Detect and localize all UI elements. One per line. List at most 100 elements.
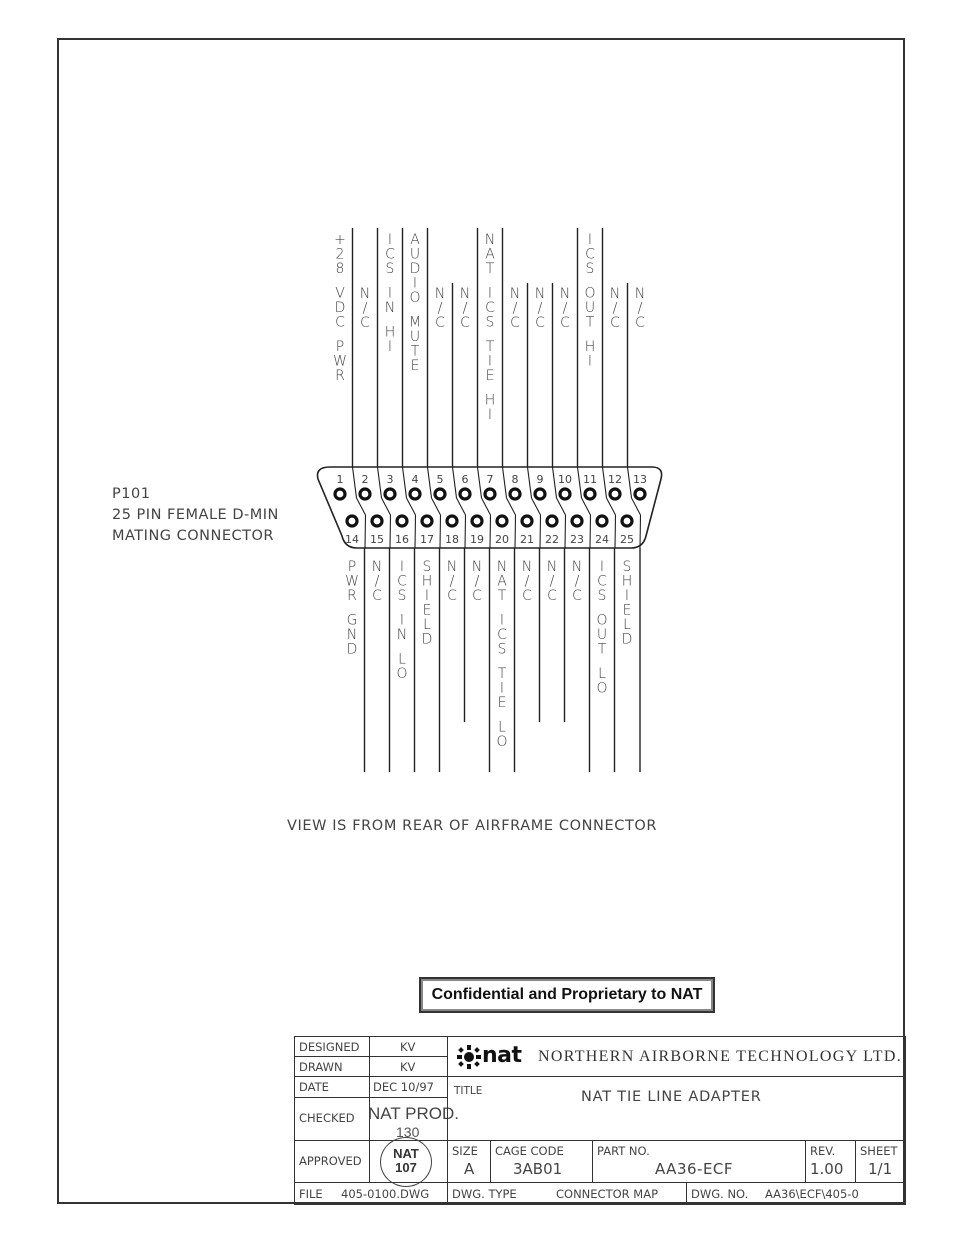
pin-9 [533, 487, 547, 501]
label-char: C [335, 315, 345, 331]
label-char: C [472, 588, 482, 604]
label-char: I [388, 339, 392, 355]
sheet-value: 1/1 [868, 1160, 893, 1178]
pin-6 [458, 487, 472, 501]
pin-number: 11 [583, 473, 597, 486]
shell-divider [526, 466, 533, 499]
label-char: E [486, 368, 495, 384]
title-label: TITLE [454, 1085, 483, 1097]
designed-label: DESIGNED [299, 1040, 360, 1054]
label-char: C [522, 588, 532, 604]
shell-divider [576, 466, 583, 499]
pin-number: 23 [570, 533, 584, 546]
label-char: E [411, 358, 420, 374]
label-char: N [397, 627, 407, 643]
pin-label-top: N/C [635, 286, 645, 331]
cage-code-label: CAGE CODE [495, 1144, 564, 1158]
label-char: C [435, 315, 445, 331]
shell-divider [531, 497, 541, 516]
shell-divider [356, 497, 366, 516]
label-char: I [588, 354, 592, 370]
shell-divider [431, 497, 441, 516]
shell-divider [426, 466, 433, 499]
label-char: O [396, 666, 407, 682]
pin-label-bottom: N/C [547, 559, 557, 604]
dwg-type-label: DWG. TYPE [452, 1187, 517, 1201]
pin-11 [583, 487, 597, 501]
pin-16 [395, 514, 409, 528]
pin-number: 25 [620, 533, 634, 546]
label-char: E [498, 695, 507, 711]
shell-divider [456, 497, 466, 516]
shell-divider [351, 466, 358, 499]
nat-logo-icon [454, 1045, 484, 1072]
checked-stamp: NAT PROD. [368, 1104, 459, 1123]
file-value: 405-0100.DWG [341, 1187, 430, 1201]
pin-label-bottom: ICSINLO [396, 559, 407, 682]
label-char: D [422, 632, 433, 648]
pin-number: 22 [545, 533, 559, 546]
label-char: C [635, 315, 645, 331]
pin-label-bottom: N/C [472, 559, 482, 604]
shell-divider [501, 466, 508, 499]
shell-divider [406, 497, 416, 516]
pin-label-bottom: N/C [447, 559, 457, 604]
pin-label-top: N/C [460, 286, 470, 331]
label-char: S [486, 315, 495, 331]
pin-number: 19 [470, 533, 484, 546]
shell-divider [389, 514, 392, 549]
label-char: C [560, 315, 570, 331]
pin-label-bottom: SHIELD [622, 559, 633, 648]
pin-20 [495, 514, 509, 528]
pin-13 [633, 487, 647, 501]
pin-12 [608, 487, 622, 501]
shell-divider [551, 466, 558, 499]
pin-3 [383, 487, 397, 501]
checked-label: CHECKED [299, 1111, 355, 1125]
pin-label-bottom: NATICSTIELO [496, 559, 507, 750]
shell-divider [506, 497, 516, 516]
pin-number: 16 [395, 533, 409, 546]
pin-number: 1 [337, 473, 344, 486]
dwg-no-value: AA36\ECF\405-0 [765, 1187, 859, 1201]
pin-25 [620, 514, 634, 528]
shell-divider [639, 514, 642, 549]
label-char: S [386, 261, 395, 277]
drawing-title: NAT TIE LINE ADAPTER [581, 1089, 762, 1105]
label-char: T [486, 261, 495, 277]
pin-label-bottom: N/C [522, 559, 532, 604]
part-number-label: PART NO. [597, 1144, 650, 1158]
pin-label-top: N/C [510, 286, 520, 331]
pin-label-top: ICSINHI [385, 232, 396, 355]
label-char: O [596, 681, 607, 697]
label-char: C [572, 588, 582, 604]
shell-divider [631, 497, 641, 516]
pin-4 [408, 487, 422, 501]
shell-divider [564, 514, 567, 549]
dwg-type-value: CONNECTOR MAP [556, 1187, 659, 1201]
shell-divider [614, 514, 617, 549]
shell-divider [364, 514, 367, 549]
label-char: R [335, 368, 345, 384]
date-value: DEC 10/97 [373, 1080, 434, 1094]
size-label: SIZE [452, 1144, 478, 1158]
company-name: NORTHERN AIRBORNE TECHNOLOGY LTD. [538, 1048, 903, 1065]
part-number-value: AA36-ECF [655, 1160, 734, 1178]
shell-divider [464, 514, 467, 549]
pin-label-bottom: ICSOUTLO [596, 559, 607, 697]
pin-number: 14 [345, 533, 359, 546]
shell-divider [626, 466, 633, 499]
shell-divider [514, 514, 517, 549]
pin-5 [433, 487, 447, 501]
label-char: T [498, 588, 507, 604]
label-char: C [547, 588, 557, 604]
pin-label-top: NATICSTIEHI [485, 232, 496, 423]
label-char: T [586, 315, 595, 331]
shell-divider [589, 514, 592, 549]
label-char: C [610, 315, 620, 331]
pin-label-top: N/C [560, 286, 570, 331]
cage-code-value: 3AB01 [513, 1160, 563, 1178]
pin-number: 8 [512, 473, 519, 486]
connector-description: P101 25 PIN FEMALE D-MIN MATING CONNECTO… [112, 484, 279, 547]
pin-label-top: N/C [360, 286, 370, 331]
